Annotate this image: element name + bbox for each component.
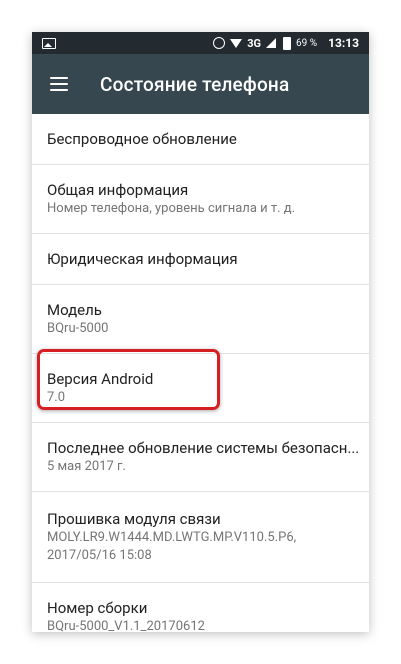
item-title: Прошивка модуля связи (47, 510, 221, 528)
item-subtitle: 7.0 (47, 390, 66, 405)
hamburger-menu-icon[interactable] (50, 77, 68, 91)
toolbar: Состояние телефона (32, 54, 369, 114)
list-item-security-update[interactable]: Последнее обновление системы безопасн...… (32, 423, 369, 492)
item-title: Общая информация (47, 181, 189, 199)
phone-screen: 3G 69 % 13:13 Состояние телефона Беспров… (32, 32, 369, 632)
item-subtitle-date: 2017/05/16 15:08 (47, 548, 152, 563)
item-title: Версия Android (47, 370, 154, 388)
clock: 13:13 (328, 36, 359, 50)
item-subtitle: BQru-5000 (47, 321, 109, 336)
alarm-icon (213, 37, 226, 49)
list-item-build-number[interactable]: Номер сборки BQru-5000_V1.1_20170612 (32, 583, 369, 632)
settings-list: Беспроводное обновление Общая информация… (32, 114, 369, 632)
list-item-wireless-update[interactable]: Беспроводное обновление (32, 114, 369, 165)
item-title: Модель (47, 301, 102, 319)
battery-icon (283, 36, 292, 50)
page-title: Состояние телефона (100, 72, 290, 96)
battery-percent: 69 % (296, 37, 318, 49)
item-subtitle: BQru-5000_V1.1_20170612 (47, 619, 205, 632)
image-notification-icon (42, 37, 56, 49)
item-subtitle: Номер телефона, уровень сигнала и т. д. (47, 201, 296, 216)
item-title: Номер сборки (47, 599, 148, 617)
list-item-general-info[interactable]: Общая информация Номер телефона, уровень… (32, 165, 369, 234)
item-title: Юридическая информация (47, 250, 238, 268)
item-title: Беспроводное обновление (47, 130, 237, 148)
network-type: 3G (247, 36, 262, 50)
item-title: Последнее обновление системы безопасн... (47, 439, 360, 457)
list-item-android-version[interactable]: Версия Android 7.0 (32, 354, 369, 423)
wifi-icon (230, 38, 243, 48)
list-item-legal-info[interactable]: Юридическая информация (32, 234, 369, 285)
list-item-model[interactable]: Модель BQru-5000 (32, 285, 369, 354)
signal-icon (266, 38, 277, 48)
list-item-baseband[interactable]: Прошивка модуля связи MOLY.LR9.W1444.MD.… (32, 492, 369, 583)
status-bar: 3G 69 % 13:13 (32, 32, 369, 54)
item-subtitle: MOLY.LR9.W1444.MD.LWTG.MP.V110.5.P6, (47, 530, 297, 545)
item-subtitle: 5 мая 2017 г. (47, 459, 126, 474)
